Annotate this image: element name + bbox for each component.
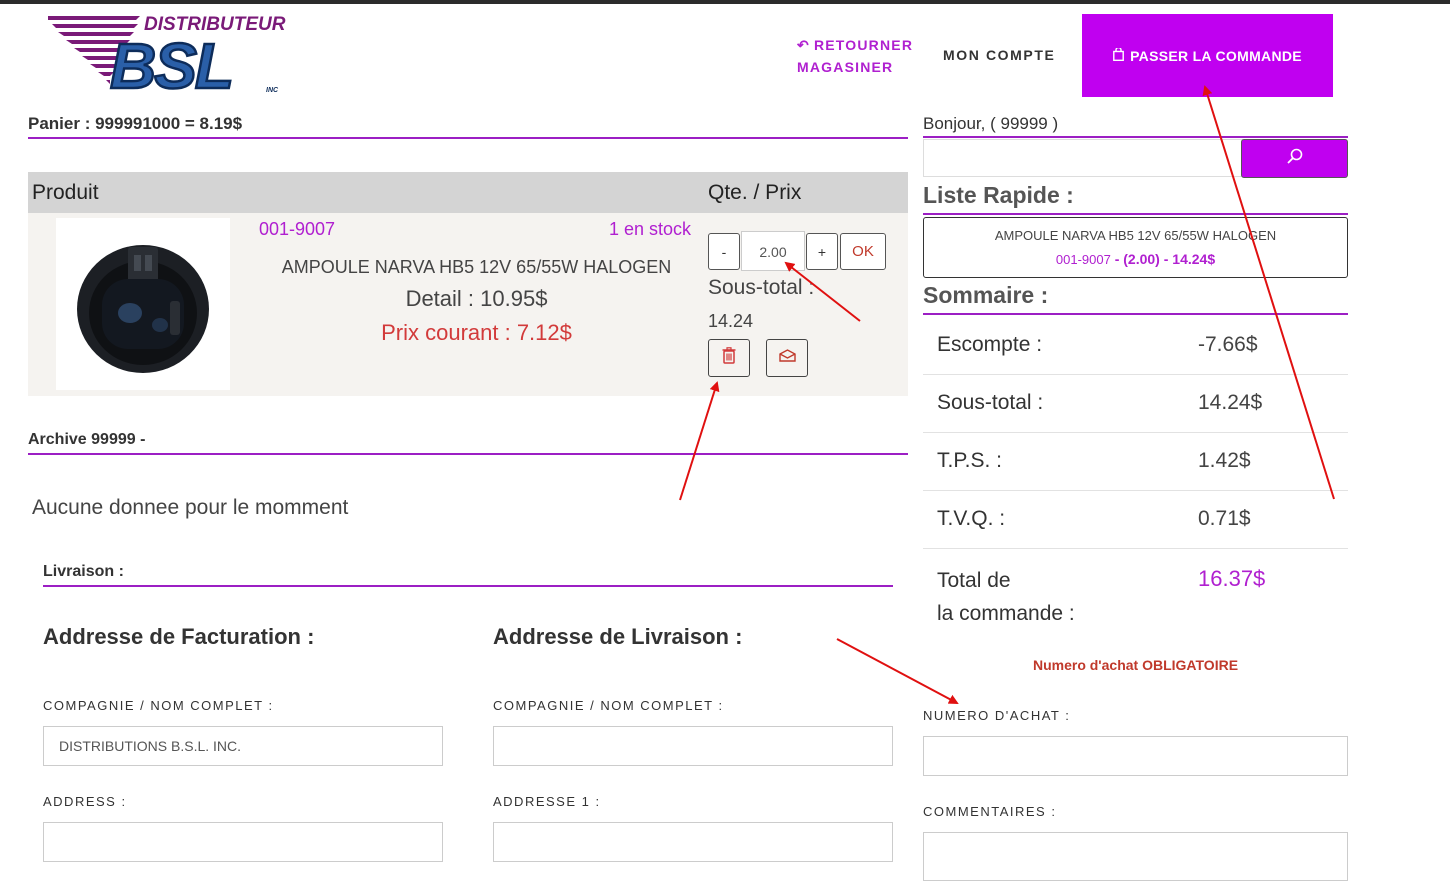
search-button[interactable] [1241, 139, 1348, 178]
archive-title-prefix: Archive [28, 431, 92, 448]
email-item-button[interactable] [766, 339, 808, 377]
order-total-label: Total de la commande : [937, 564, 1075, 630]
archive-title-number: 99999 - [91, 431, 146, 448]
delivery-title: Livraison : [43, 563, 124, 580]
billing-address-title: Addresse de Facturation : [43, 624, 315, 649]
po-number-field[interactable] [923, 736, 1348, 776]
order-total-label-line2: la commande : [937, 602, 1075, 625]
quick-list-item[interactable]: AMPOULE NARVA HB5 12V 65/55W HALOGEN 001… [923, 217, 1348, 278]
top-border [0, 0, 1450, 4]
reply-arrow-icon: ↶ [797, 37, 810, 53]
qty-minus-button[interactable]: - [708, 233, 740, 270]
item-subtotal-label: Sous-total : [708, 276, 815, 299]
po-required-notice: Numero d'achat OBLIGATOIRE [1032, 657, 1239, 673]
shipping-address-label: ADDRESSE 1 : [493, 794, 601, 809]
greeting-rule [923, 136, 1348, 138]
product-image[interactable] [56, 218, 230, 390]
back-to-shop-link[interactable]: ↶ RETOURNER MAGASINER [797, 34, 913, 78]
greeting: Bonjour, ( 99999 ) [923, 114, 1059, 133]
shipping-company-label: COMPAGNIE / NOM COMPLET : [493, 698, 724, 713]
summary-label: Escompte : [937, 333, 1043, 356]
column-qty-price: Qte. / Prix [708, 181, 802, 204]
qty-input[interactable]: 2.00 [741, 231, 805, 271]
delivery-title-rule [43, 585, 893, 587]
comments-field[interactable] [923, 832, 1348, 881]
back-to-shop-label-line2: MAGASINER [797, 59, 894, 75]
bsl-logo[interactable]: DISTRIBUTEUR BSL INC [48, 12, 300, 98]
summary-value: 1.42$ [1198, 449, 1251, 472]
svg-text:BSL: BSL [110, 30, 232, 98]
billing-company-label: COMPAGNIE / NOM COMPLET : [43, 698, 274, 713]
billing-address-label: ADDRESS : [43, 794, 127, 809]
column-product: Produit [32, 181, 99, 204]
place-order-label: PASSER LA COMMANDE [1130, 47, 1302, 64]
svg-text:INC: INC [266, 87, 279, 94]
quick-item-detail: - (2.00) - 14.24$ [1110, 251, 1216, 267]
trash-icon [722, 347, 736, 369]
quick-item-meta: 001-9007 - (2.00) - 14.24$ [924, 251, 1347, 267]
cart-title: Panier : 999991000 = 8.19$ [28, 114, 243, 133]
summary-value: 14.24$ [1198, 391, 1263, 414]
product-current-price: Prix courant : 7.12$ [381, 320, 572, 345]
shipping-company-field[interactable] [493, 726, 893, 766]
summary-row: Sous-total : 14.24$ [923, 375, 1348, 433]
my-account-link[interactable]: MON COMPTE [943, 47, 1055, 63]
product-sku[interactable]: 001-9007 [259, 219, 335, 240]
annotation-arrow [679, 381, 720, 501]
back-to-shop-label: RETOURNER [813, 37, 914, 53]
comments-label: COMMENTAIRES : [923, 804, 1057, 819]
item-subtotal-value: 14.24 [708, 311, 754, 331]
po-number-label: NUMERO D'ACHAT : [923, 708, 1071, 723]
quick-item-sku: 001-9007 [1055, 252, 1111, 267]
qty-ok-button[interactable]: OK [840, 233, 886, 270]
cart-item-row: 001-9007 1 en stock AMPOULE NARVA HB5 12… [28, 213, 908, 396]
billing-company-field[interactable]: DISTRIBUTIONS B.S.L. INC. [43, 726, 443, 766]
search-icon [1286, 147, 1304, 170]
summary-row: T.P.S. : 1.42$ [923, 433, 1348, 491]
order-total-label-line1: Total de [937, 569, 1011, 592]
order-total-value: 16.37$ [1198, 566, 1266, 591]
archive-empty-message: Aucune donnee pour le mom­ment [32, 496, 349, 519]
summary-label: T.V.Q. : [937, 507, 1006, 530]
summary-value: 0.71$ [1198, 507, 1251, 530]
shipping-address-title: Addresse de Livraison : [493, 624, 743, 649]
stock-status: 1 en stock [609, 219, 692, 239]
shipping-address-field[interactable] [493, 822, 893, 862]
product-name: AMPOULE NARVA HB5 12V 65/55W HALOGEN [281, 257, 672, 277]
qty-plus-button[interactable]: + [806, 233, 838, 270]
search-input[interactable] [923, 139, 1243, 177]
quick-list-title: Liste Rapide : [923, 182, 1074, 208]
summary-row: T.V.Q. : 0.71$ [923, 491, 1348, 549]
billing-address-field[interactable] [43, 822, 443, 862]
archive-title-rule [28, 453, 908, 455]
summary-row: Escompte : -7.66$ [923, 317, 1348, 375]
quick-item-name: AMPOULE NARVA HB5 12V 65/55W HALOGEN [994, 228, 1277, 243]
product-detail-price: Detail : 10.95$ [405, 286, 548, 311]
cart-title-rule [28, 137, 908, 139]
cart-table-header: Produit Qte. / Prix [28, 172, 908, 213]
quick-list-rule [923, 213, 1348, 215]
archive-title: Archive 99999 - [28, 431, 145, 449]
summary-label: T.P.S. : [937, 449, 1002, 472]
shopping-bag-icon [1113, 46, 1124, 64]
envelope-icon [778, 349, 796, 367]
summary-value: -7.66$ [1198, 333, 1258, 356]
summary-label: Sous-total : [937, 391, 1044, 414]
delete-item-button[interactable] [708, 339, 750, 377]
summary-rule [923, 313, 1348, 315]
place-order-button[interactable]: PASSER LA COMMANDE [1082, 14, 1333, 97]
summary-title: Sommaire : [923, 282, 1049, 308]
